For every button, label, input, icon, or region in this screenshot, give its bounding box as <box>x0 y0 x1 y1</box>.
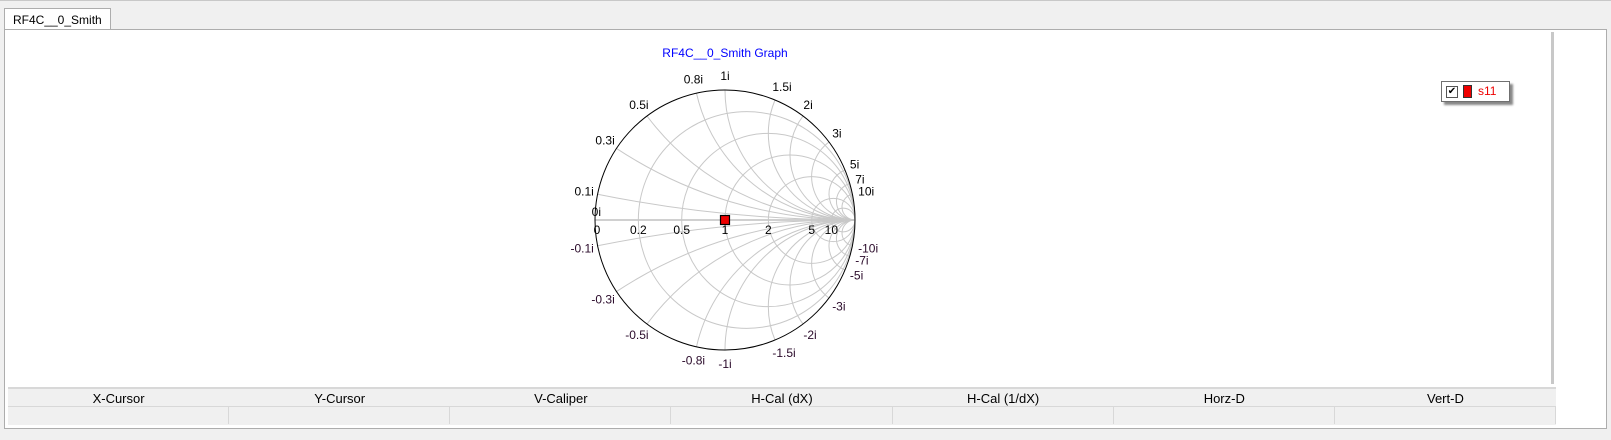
reactance-label: 0.5i <box>629 98 648 112</box>
resistance-label: 1 <box>722 223 729 237</box>
s11-data-point[interactable] <box>719 214 731 226</box>
status-header-horz-d: Horz-D <box>1203 391 1245 406</box>
reactance-label: -0.8i <box>682 353 705 367</box>
reactance-label: 10i <box>858 184 874 198</box>
reactance-label: -1.5i <box>772 346 795 360</box>
reactance-label: 0.1i <box>574 184 593 198</box>
status-bar: X-Cursor Y-Cursor V-Caliper H-Cal (dX) H-Cal… <box>8 387 1556 425</box>
resistance-label: 5 <box>808 223 815 237</box>
status-value <box>8 407 230 424</box>
smith-chart: RF4C__0_Smith Graph 0 0.2 0.5 1 2 5 10 0i 0.1i 0.… <box>571 46 879 371</box>
status-header-y-cursor: Y-Cursor <box>314 391 366 406</box>
reactance-label: -2i <box>803 328 816 342</box>
status-value <box>671 407 893 424</box>
reactance-label: 3i <box>832 127 841 141</box>
reactance-label: 1i <box>720 69 729 83</box>
status-value <box>1114 407 1335 424</box>
legend-s11-label: s11 <box>1478 84 1497 98</box>
reactance-label: 0.8i <box>684 73 703 87</box>
reactance-label: -3i <box>832 299 845 313</box>
resistance-label: 2 <box>765 223 772 237</box>
reactance-arc <box>789 115 856 221</box>
status-header-h-cal-dx: H-Cal (dX) <box>751 391 813 406</box>
reactance-label: 0.3i <box>595 134 614 148</box>
status-value <box>229 407 451 424</box>
reactance-label: 1.5i <box>772 80 791 94</box>
reactance-label: 5i <box>850 158 859 172</box>
legend-s11-checkbox[interactable]: ✔ <box>1446 86 1458 98</box>
resistance-label: 0.5 <box>673 223 690 237</box>
reactance-label: -1i <box>718 357 731 371</box>
reactance-label: -10i <box>858 242 878 256</box>
status-header-v-caliper: V-Caliper <box>534 391 588 406</box>
legend: ✔ s11 <box>1441 81 1510 102</box>
reactance-label: 2i <box>803 98 812 112</box>
status-value <box>450 407 672 424</box>
status-value <box>1335 407 1556 424</box>
reactance-label: -0.5i <box>625 328 648 342</box>
reactance-label: -0.3i <box>591 292 614 306</box>
resistance-label: 0.2 <box>630 223 647 237</box>
chart-title: RF4C__0_Smith Graph <box>662 46 787 60</box>
reactance-label: 0i <box>592 205 601 219</box>
status-header-h-cal-1-dx: H-Cal (1/dX) <box>967 391 1040 406</box>
resistance-label: 0 <box>594 223 601 237</box>
reactance-label: -0.1i <box>571 242 594 256</box>
status-header-x-cursor: X-Cursor <box>92 391 145 406</box>
legend-s11-swatch <box>1463 85 1472 98</box>
resistance-label: 10 <box>825 223 839 237</box>
reactance-label: -5i <box>850 268 863 282</box>
status-header-vert-d: Vert-D <box>1426 391 1464 406</box>
status-value <box>893 407 1114 424</box>
